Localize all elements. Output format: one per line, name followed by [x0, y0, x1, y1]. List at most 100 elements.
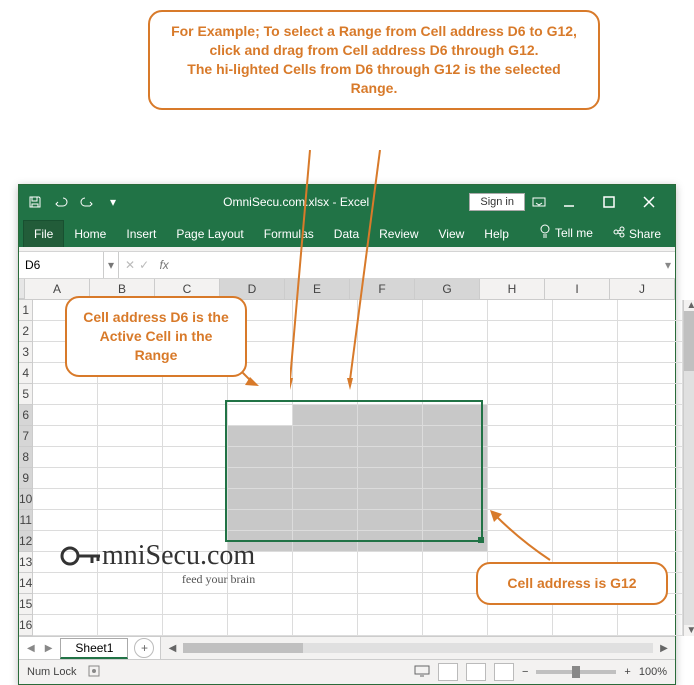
row-header-4[interactable]: 4	[19, 363, 33, 384]
sheet-tab-sheet1[interactable]: Sheet1	[60, 638, 128, 659]
cell-G3[interactable]	[423, 342, 488, 363]
cell-B6[interactable]	[98, 405, 163, 426]
cell-D7[interactable]	[228, 426, 293, 447]
cell-G10[interactable]	[423, 489, 488, 510]
cell-F8[interactable]	[358, 447, 423, 468]
cell-J12[interactable]	[618, 531, 683, 552]
cell-C8[interactable]	[163, 447, 228, 468]
cell-E12[interactable]	[293, 531, 358, 552]
cell-J11[interactable]	[618, 510, 683, 531]
horizontal-scrollbar[interactable]: ◀ ▶	[161, 637, 675, 659]
cell-E13[interactable]	[293, 552, 358, 573]
row-header-7[interactable]: 7	[19, 426, 33, 447]
cell-A5[interactable]	[33, 384, 98, 405]
cell-D15[interactable]	[228, 594, 293, 615]
cell-H7[interactable]	[488, 426, 553, 447]
cell-B9[interactable]	[98, 468, 163, 489]
cell-G5[interactable]	[423, 384, 488, 405]
cell-H8[interactable]	[488, 447, 553, 468]
row-header-1[interactable]: 1	[19, 300, 33, 321]
cell-I7[interactable]	[553, 426, 618, 447]
cell-A11[interactable]	[33, 510, 98, 531]
cell-D10[interactable]	[228, 489, 293, 510]
tab-home[interactable]: Home	[64, 221, 116, 247]
cell-E7[interactable]	[293, 426, 358, 447]
cell-F10[interactable]	[358, 489, 423, 510]
cell-F7[interactable]	[358, 426, 423, 447]
column-header-J[interactable]: J	[610, 279, 675, 299]
sheet-nav-next-icon[interactable]: ▶	[43, 643, 55, 654]
cell-E11[interactable]	[293, 510, 358, 531]
zoom-slider[interactable]	[536, 670, 616, 674]
row-header-11[interactable]: 11	[19, 510, 33, 531]
cell-C11[interactable]	[163, 510, 228, 531]
cell-C7[interactable]	[163, 426, 228, 447]
row-header-6[interactable]: 6	[19, 405, 33, 426]
cell-I10[interactable]	[553, 489, 618, 510]
cell-B7[interactable]	[98, 426, 163, 447]
scroll-up-icon[interactable]: ▲	[684, 300, 694, 311]
vertical-scrollbar[interactable]: ▲ ▼	[683, 300, 694, 636]
cell-G6[interactable]	[423, 405, 488, 426]
zoom-out-button[interactable]: −	[522, 666, 528, 678]
cell-I3[interactable]	[553, 342, 618, 363]
zoom-slider-thumb[interactable]	[572, 666, 580, 678]
cell-A7[interactable]	[33, 426, 98, 447]
cell-I8[interactable]	[553, 447, 618, 468]
cell-D16[interactable]	[228, 615, 293, 636]
cell-E8[interactable]	[293, 447, 358, 468]
save-icon[interactable]	[25, 192, 45, 212]
cell-I9[interactable]	[553, 468, 618, 489]
cell-H9[interactable]	[488, 468, 553, 489]
view-page-break-button[interactable]	[494, 663, 514, 681]
cell-E15[interactable]	[293, 594, 358, 615]
cell-H4[interactable]	[488, 363, 553, 384]
cell-H6[interactable]	[488, 405, 553, 426]
display-settings-icon[interactable]	[414, 665, 430, 680]
vscroll-thumb[interactable]	[684, 311, 694, 371]
cell-F13[interactable]	[358, 552, 423, 573]
tab-page-layout[interactable]: Page Layout	[166, 221, 253, 247]
cell-G11[interactable]	[423, 510, 488, 531]
cell-H3[interactable]	[488, 342, 553, 363]
cell-E9[interactable]	[293, 468, 358, 489]
signin-button[interactable]: Sign in	[469, 193, 525, 211]
row-header-15[interactable]: 15	[19, 594, 33, 615]
cell-J7[interactable]	[618, 426, 683, 447]
cell-B8[interactable]	[98, 447, 163, 468]
cell-D8[interactable]	[228, 447, 293, 468]
cell-J16[interactable]	[618, 615, 683, 636]
tab-insert[interactable]: Insert	[116, 221, 166, 247]
cell-A8[interactable]	[33, 447, 98, 468]
tab-help[interactable]: Help	[474, 221, 519, 247]
row-header-12[interactable]: 12	[19, 531, 33, 552]
row-header-9[interactable]: 9	[19, 468, 33, 489]
maximize-button[interactable]	[589, 185, 629, 219]
cell-I6[interactable]	[553, 405, 618, 426]
cell-H1[interactable]	[488, 300, 553, 321]
share-button[interactable]: Share	[603, 220, 671, 247]
column-header-H[interactable]: H	[480, 279, 545, 299]
cell-B16[interactable]	[98, 615, 163, 636]
cell-F12[interactable]	[358, 531, 423, 552]
cell-C6[interactable]	[163, 405, 228, 426]
cell-F11[interactable]	[358, 510, 423, 531]
scroll-left-icon[interactable]: ◀	[165, 643, 179, 654]
cell-C15[interactable]	[163, 594, 228, 615]
cell-F14[interactable]	[358, 573, 423, 594]
cell-D6[interactable]	[228, 405, 293, 426]
cell-J4[interactable]	[618, 363, 683, 384]
cell-A15[interactable]	[33, 594, 98, 615]
cell-E10[interactable]	[293, 489, 358, 510]
zoom-in-button[interactable]: +	[624, 666, 630, 678]
column-header-G[interactable]: G	[415, 279, 480, 299]
macro-record-icon[interactable]	[87, 664, 101, 681]
cell-F15[interactable]	[358, 594, 423, 615]
cell-I1[interactable]	[553, 300, 618, 321]
cell-H16[interactable]	[488, 615, 553, 636]
sheet-nav-prev-icon[interactable]: ◀	[25, 643, 37, 654]
zoom-level[interactable]: 100%	[639, 666, 667, 678]
cell-I5[interactable]	[553, 384, 618, 405]
cell-B5[interactable]	[98, 384, 163, 405]
qat-customize-dropdown-icon[interactable]: ▾	[103, 192, 123, 212]
